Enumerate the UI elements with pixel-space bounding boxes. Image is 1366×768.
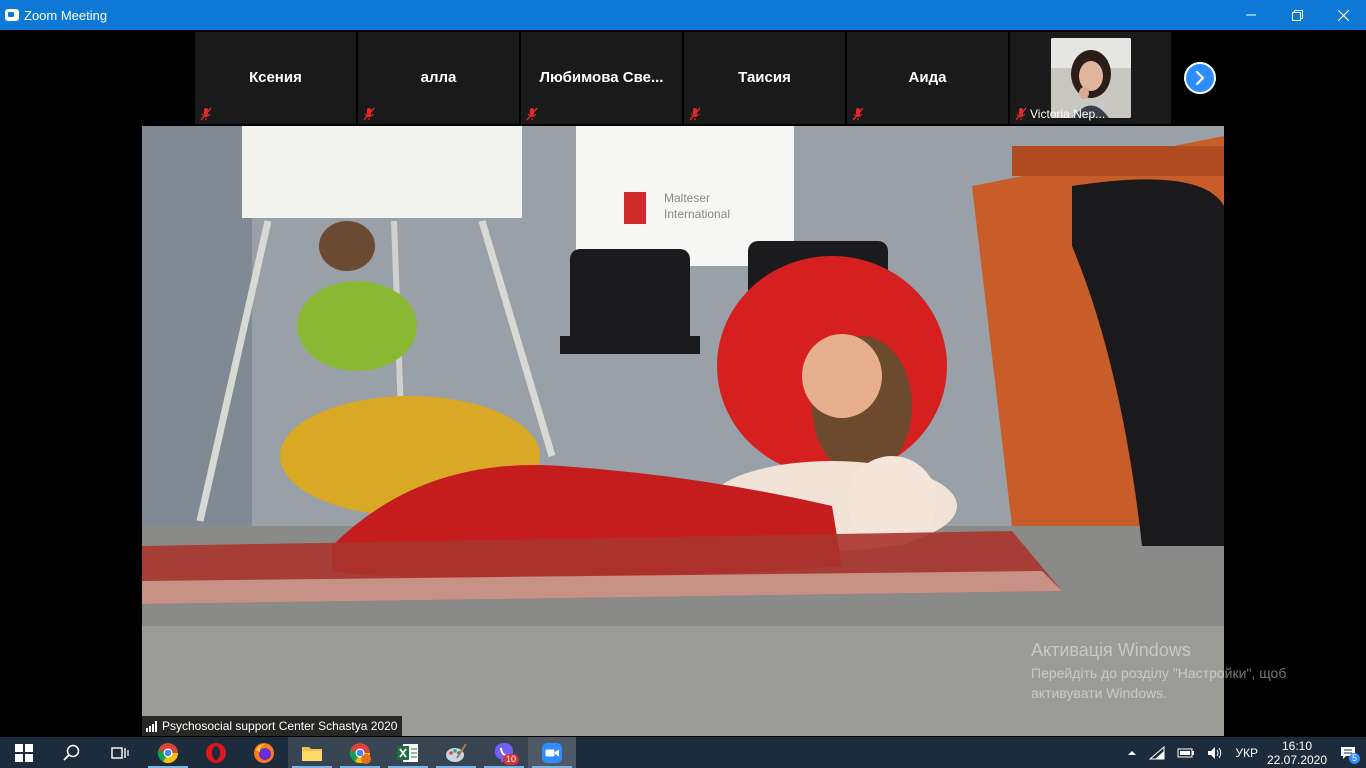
participant-name: Ксения bbox=[249, 69, 302, 86]
speaker-icon bbox=[1208, 746, 1222, 759]
taskbar-zoom[interactable] bbox=[528, 737, 576, 768]
close-button[interactable] bbox=[1320, 0, 1366, 30]
participant-name: алла bbox=[420, 69, 457, 86]
action-center-button[interactable]: 5 bbox=[1330, 746, 1366, 764]
svg-text:International: International bbox=[664, 207, 730, 221]
taskbar-opera[interactable] bbox=[192, 737, 240, 768]
minimize-icon bbox=[1246, 14, 1256, 16]
system-tray: УКР 16:10 22.07.2020 5 bbox=[1121, 737, 1366, 768]
taskbar-viber[interactable]: 10 bbox=[480, 737, 528, 768]
wifi-icon bbox=[1149, 745, 1165, 759]
search-button[interactable] bbox=[48, 737, 96, 768]
muted-mic-icon bbox=[1015, 107, 1027, 121]
participant-name: Таисия bbox=[738, 69, 791, 86]
zoom-app-icon bbox=[5, 9, 19, 21]
opera-icon bbox=[206, 742, 226, 763]
network-button[interactable] bbox=[1149, 745, 1165, 760]
chevron-up-icon bbox=[1128, 750, 1137, 755]
restore-icon bbox=[1291, 9, 1303, 21]
clock[interactable]: 16:10 22.07.2020 bbox=[1264, 739, 1330, 767]
title-bar: Zoom Meeting bbox=[0, 0, 1366, 30]
task-view-button[interactable] bbox=[96, 737, 144, 768]
zoom-icon bbox=[542, 742, 562, 763]
participant-video-thumbnail bbox=[1051, 38, 1131, 118]
chrome-icon bbox=[157, 742, 179, 763]
chevron-right-icon bbox=[1195, 71, 1205, 85]
close-icon bbox=[1337, 9, 1349, 21]
start-button[interactable] bbox=[0, 737, 48, 768]
participant-tile[interactable]: Таисия bbox=[684, 32, 845, 124]
taskbar-excel[interactable] bbox=[384, 737, 432, 768]
taskbar-chrome[interactable] bbox=[144, 737, 192, 768]
participant-name: Любимова Све... bbox=[539, 69, 664, 86]
watermark-line: Перейдіть до розділу "Настройки", щоб bbox=[1031, 665, 1287, 681]
language-indicator[interactable]: УКР bbox=[1235, 746, 1258, 760]
excel-icon bbox=[397, 743, 418, 762]
tray-overflow-button[interactable] bbox=[1127, 749, 1137, 757]
muted-mic-icon bbox=[363, 107, 375, 121]
muted-mic-icon bbox=[200, 107, 212, 121]
taskbar-paint[interactable] bbox=[432, 737, 480, 768]
svg-text:Malteser: Malteser bbox=[664, 191, 710, 205]
participant-tile[interactable]: алла bbox=[358, 32, 519, 124]
connection-signal-icon bbox=[146, 720, 157, 732]
taskbar-chrome-profile[interactable] bbox=[336, 737, 384, 768]
notification-badge: 10 bbox=[502, 754, 519, 765]
taskbar-file-explorer[interactable] bbox=[288, 737, 336, 768]
restore-button[interactable] bbox=[1274, 0, 1320, 30]
battery-icon bbox=[1177, 748, 1195, 757]
battery-button[interactable] bbox=[1177, 747, 1195, 759]
task-view-icon bbox=[111, 746, 129, 759]
participant-strip: Ксения алла Любимова Све... Таисия Аида … bbox=[0, 30, 1366, 126]
participant-tile[interactable]: Ксения bbox=[195, 32, 356, 124]
next-participants-button[interactable] bbox=[1184, 62, 1216, 94]
participant-tile[interactable]: Любимова Све... bbox=[521, 32, 682, 124]
folder-icon bbox=[302, 746, 322, 761]
notification-count: 5 bbox=[1348, 752, 1360, 764]
windows-activation-watermark: Активація Windows Перейдіть до розділу "… bbox=[1031, 640, 1286, 703]
participant-name: Аида bbox=[908, 69, 947, 86]
clock-date: 22.07.2020 bbox=[1266, 752, 1328, 767]
participant-tile[interactable]: Victoria Nep... bbox=[1010, 32, 1171, 124]
watermark-line: активувати Windows. bbox=[1031, 685, 1167, 701]
firefox-icon bbox=[254, 742, 274, 763]
search-icon bbox=[63, 744, 80, 761]
clock-time: 16:10 bbox=[1281, 738, 1313, 753]
participant-tile[interactable]: Аида bbox=[847, 32, 1008, 124]
muted-mic-icon bbox=[526, 107, 538, 121]
window-title: Zoom Meeting bbox=[24, 7, 108, 23]
speaker-name: Psychosocial support Center Schastya 202… bbox=[162, 719, 398, 733]
muted-mic-icon bbox=[689, 107, 701, 121]
taskbar-firefox[interactable] bbox=[240, 737, 288, 768]
volume-button[interactable] bbox=[1207, 746, 1223, 760]
windows-taskbar: 10 УКР 16:10 22.07.2020 5 bbox=[0, 737, 1366, 768]
participant-name: Victoria Nep... bbox=[1030, 107, 1106, 121]
chrome-icon bbox=[349, 742, 371, 764]
windows-logo-icon bbox=[15, 743, 33, 762]
watermark-title: Активація Windows bbox=[1031, 640, 1191, 660]
paint-icon bbox=[446, 742, 467, 762]
minimize-button[interactable] bbox=[1228, 0, 1274, 30]
muted-mic-icon bbox=[852, 107, 864, 121]
speaker-name-tag: Psychosocial support Center Schastya 202… bbox=[142, 716, 403, 736]
